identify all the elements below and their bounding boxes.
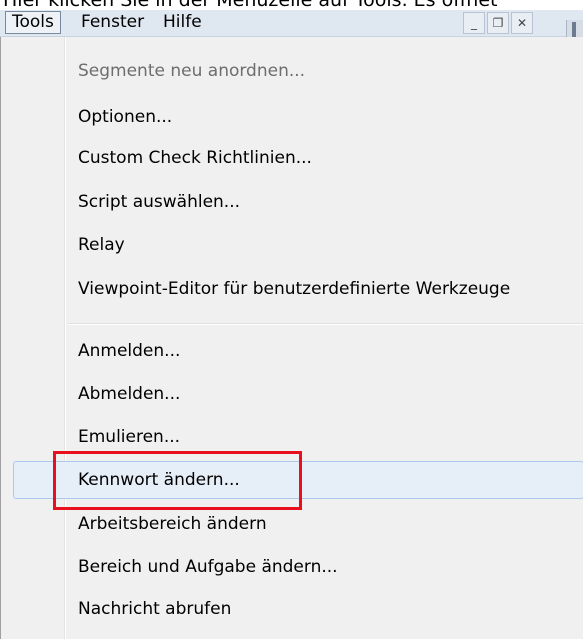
menu-item-label: Optionen... bbox=[78, 107, 173, 127]
menu-item-optionen[interactable]: Optionen... bbox=[1, 98, 583, 136]
menu-item-segmente-neu-anordnen: Segmente neu anordnen... bbox=[1, 52, 583, 90]
menu-item-viewpoint-editor[interactable]: Viewpoint-Editor für benutzerdefinierte … bbox=[1, 270, 583, 308]
window-controls: _ ❐ ✕ bbox=[461, 12, 533, 34]
menu-item-nachricht-abrufen[interactable]: Nachricht abrufen bbox=[1, 590, 583, 628]
instruction-caption: Hier klicken Sie in der Menüzeile auf To… bbox=[3, 0, 498, 11]
menu-bar: Tools Fenster Hilfe _ ❐ ✕ bbox=[0, 10, 583, 47]
restore-icon[interactable]: ❐ bbox=[487, 12, 509, 34]
menu-item-label: Script auswählen... bbox=[78, 192, 241, 212]
menu-item-custom-check-richtlinien[interactable]: Custom Check Richtlinien... bbox=[1, 139, 583, 177]
menu-item-label: Custom Check Richtlinien... bbox=[78, 148, 312, 168]
menu-tools[interactable]: Tools bbox=[5, 11, 61, 34]
menu-item-label: Arbeitsbereich ändern bbox=[78, 514, 267, 534]
menu-item-label: Relay bbox=[78, 235, 125, 255]
minimize-icon[interactable]: _ bbox=[463, 12, 485, 34]
close-icon[interactable]: ✕ bbox=[511, 12, 533, 34]
menu-item-label: Bereich und Aufgabe ändern... bbox=[78, 557, 338, 577]
menu-item-label: Nachricht abrufen bbox=[78, 599, 232, 619]
menu-fenster[interactable]: Fenster bbox=[75, 11, 150, 34]
menu-item-script-auswaehlen[interactable]: Script auswählen... bbox=[1, 183, 583, 221]
menu-item-arbeitsbereich-aendern[interactable]: Arbeitsbereich ändern bbox=[1, 505, 583, 543]
tools-dropdown-menu: Segmente neu anordnen... Optionen... Cus… bbox=[0, 37, 583, 639]
menu-item-label: Segmente neu anordnen... bbox=[78, 61, 306, 81]
menu-hilfe[interactable]: Hilfe bbox=[157, 11, 208, 34]
menu-item-label: Anmelden... bbox=[78, 341, 181, 361]
menu-separator bbox=[68, 323, 583, 325]
menu-item-relay[interactable]: Relay bbox=[1, 226, 583, 264]
menu-item-bereich-und-aufgabe-aendern[interactable]: Bereich und Aufgabe ändern... bbox=[1, 548, 583, 586]
menu-item-label: Abmelden... bbox=[78, 384, 181, 404]
menu-item-label: Viewpoint-Editor für benutzerdefinierte … bbox=[78, 279, 511, 299]
menu-item-anmelden[interactable]: Anmelden... bbox=[1, 332, 583, 370]
annotation-highlight-box bbox=[53, 451, 302, 510]
menu-item-abmelden[interactable]: Abmelden... bbox=[1, 375, 583, 413]
